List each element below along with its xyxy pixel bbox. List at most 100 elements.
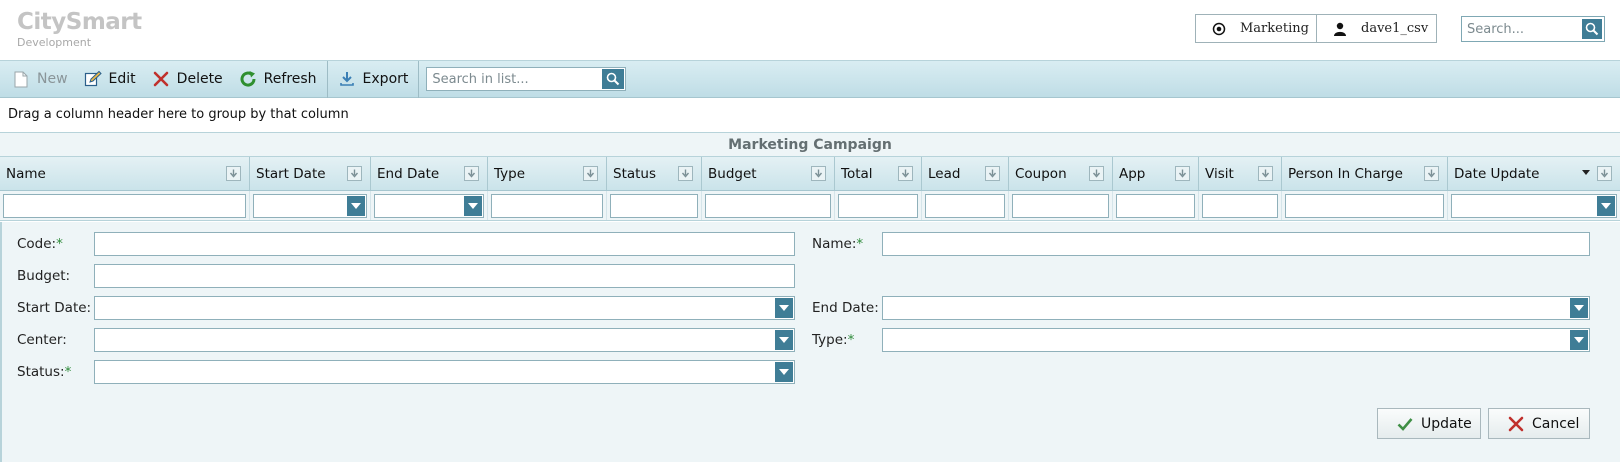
column-menu-icon[interactable] <box>1258 166 1273 181</box>
column-header-budget[interactable]: Budget <box>702 157 835 190</box>
filter-select-end-date[interactable] <box>374 194 484 218</box>
dropdown-arrow-icon[interactable] <box>1597 196 1615 216</box>
filter-select-date-update[interactable] <box>1451 194 1617 218</box>
list-search-input[interactable] <box>427 68 603 90</box>
end-date-label: End Date: <box>812 300 879 316</box>
column-menu-icon[interactable] <box>985 166 1000 181</box>
filter-cell-name <box>0 191 250 220</box>
end-date-picker[interactable] <box>882 296 1590 320</box>
department-selector[interactable]: Marketing <box>1196 15 1317 42</box>
search-icon[interactable] <box>602 69 625 89</box>
cancel-x-icon <box>1507 415 1525 433</box>
filter-input-person-in-charge[interactable] <box>1285 194 1444 218</box>
new-label: New <box>37 71 68 87</box>
start-date-picker[interactable] <box>94 296 795 320</box>
status-label-text: Status: <box>17 364 65 380</box>
code-label-text: Code: <box>17 236 57 252</box>
edit-label: Edit <box>108 71 136 87</box>
column-header-lead[interactable]: Lead <box>922 157 1009 190</box>
column-title: Visit <box>1205 165 1234 182</box>
required-mark: * <box>856 236 864 252</box>
dropdown-arrow-icon[interactable] <box>775 298 793 318</box>
global-search-input[interactable] <box>1462 17 1580 41</box>
filter-input-coupon[interactable] <box>1012 194 1109 218</box>
column-menu-icon[interactable] <box>583 166 598 181</box>
column-menu-icon[interactable] <box>811 166 826 181</box>
column-header-app[interactable]: App <box>1113 157 1199 190</box>
dropdown-arrow-icon[interactable] <box>1570 298 1588 318</box>
export-button[interactable]: Export <box>330 65 417 93</box>
center-select[interactable] <box>94 328 795 352</box>
dropdown-arrow-icon[interactable] <box>347 196 365 216</box>
sort-descending-icon <box>1582 170 1590 175</box>
column-title: Coupon <box>1015 165 1067 182</box>
new-document-icon <box>12 70 30 88</box>
edit-button[interactable]: Edit <box>76 65 144 93</box>
checkmark-icon <box>1396 415 1414 433</box>
group-by-panel[interactable]: Drag a column header here to group by th… <box>0 98 1620 133</box>
column-header-name[interactable]: Name <box>0 157 250 190</box>
app-header: CitySmart Development Marketing dave1_cs… <box>0 0 1620 61</box>
column-header-status[interactable]: Status <box>607 157 702 190</box>
column-header-date-update[interactable]: Date Update <box>1448 157 1620 190</box>
filter-select-start-date[interactable] <box>253 194 367 218</box>
filter-input-lead[interactable] <box>925 194 1005 218</box>
filter-cell-total <box>835 191 922 220</box>
column-menu-icon[interactable] <box>347 166 362 181</box>
filter-input-status[interactable] <box>610 194 698 218</box>
column-title: Total <box>841 165 873 182</box>
column-header-person-in-charge[interactable]: Person In Charge <box>1282 157 1448 190</box>
status-label: Status:* <box>17 364 71 380</box>
column-title: App <box>1119 165 1146 182</box>
filter-cell-start-date <box>250 191 371 220</box>
column-menu-icon[interactable] <box>1175 166 1190 181</box>
code-field[interactable] <box>94 232 795 256</box>
column-menu-icon[interactable] <box>898 166 913 181</box>
filter-cell-person-in-charge <box>1282 191 1448 220</box>
column-menu-icon[interactable] <box>678 166 693 181</box>
column-header-start-date[interactable]: Start Date <box>250 157 371 190</box>
cancel-button[interactable]: Cancel <box>1488 408 1590 439</box>
column-header-coupon[interactable]: Coupon <box>1009 157 1113 190</box>
dropdown-arrow-icon[interactable] <box>775 362 793 382</box>
export-label: Export <box>362 71 409 87</box>
dropdown-arrow-icon[interactable] <box>1570 330 1588 350</box>
required-mark: * <box>847 332 855 348</box>
user-bar: Marketing dave1_csv <box>1195 14 1437 43</box>
filter-input-budget[interactable] <box>705 194 831 218</box>
filter-input-app[interactable] <box>1116 194 1195 218</box>
column-menu-icon[interactable] <box>464 166 479 181</box>
filter-cell-status <box>607 191 702 220</box>
new-button[interactable]: New <box>4 65 76 93</box>
user-menu[interactable]: dave1_csv <box>1317 15 1436 42</box>
delete-button[interactable]: Delete <box>144 65 231 93</box>
refresh-label: Refresh <box>263 71 317 87</box>
column-title: Type <box>494 165 526 182</box>
filter-input-total[interactable] <box>838 194 918 218</box>
column-menu-icon[interactable] <box>1089 166 1104 181</box>
dropdown-arrow-icon[interactable] <box>775 330 793 350</box>
grid-header: Name Start Date End Date Type Status Bud… <box>0 157 1620 191</box>
refresh-button[interactable]: Refresh <box>231 65 325 93</box>
column-header-total[interactable]: Total <box>835 157 922 190</box>
dropdown-arrow-icon[interactable] <box>464 196 482 216</box>
column-menu-icon[interactable] <box>1424 166 1439 181</box>
filter-input-name[interactable] <box>3 194 246 218</box>
code-label: Code:* <box>17 236 63 252</box>
column-menu-icon[interactable] <box>1597 166 1612 181</box>
update-button[interactable]: Update <box>1377 408 1481 439</box>
search-icon[interactable] <box>1582 19 1602 39</box>
global-search <box>1461 16 1605 42</box>
filter-input-visit[interactable] <box>1202 194 1278 218</box>
budget-field[interactable] <box>94 264 795 288</box>
column-header-visit[interactable]: Visit <box>1199 157 1282 190</box>
name-field[interactable] <box>882 232 1590 256</box>
column-menu-icon[interactable] <box>226 166 241 181</box>
filter-input-type[interactable] <box>491 194 603 218</box>
column-header-type[interactable]: Type <box>488 157 607 190</box>
type-select[interactable] <box>882 328 1590 352</box>
column-header-end-date[interactable]: End Date <box>371 157 488 190</box>
filter-cell-date-update <box>1448 191 1620 220</box>
status-select[interactable] <box>94 360 795 384</box>
required-mark: * <box>64 364 72 380</box>
